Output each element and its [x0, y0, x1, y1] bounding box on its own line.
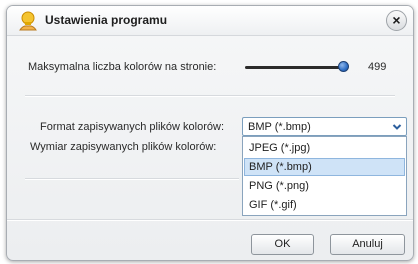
- dropdown-option-gif[interactable]: GIF (*.gif): [244, 196, 405, 214]
- close-button[interactable]: ×: [386, 10, 407, 31]
- file-format-dropdown-list: JPEG (*.jpg) BMP (*.bmp) PNG (*.png) GIF…: [242, 136, 407, 216]
- dropdown-option-jpeg[interactable]: JPEG (*.jpg): [244, 139, 405, 157]
- dropdown-option-bmp[interactable]: BMP (*.bmp): [244, 158, 405, 176]
- cancel-button[interactable]: Anuluj: [330, 234, 405, 255]
- file-format-selected-value: BMP (*.bmp): [248, 121, 311, 133]
- max-colors-label: Maksymalna liczba kolorów na stronie:: [28, 61, 217, 73]
- file-format-label: Format zapisywanych plików kolorów:: [40, 121, 225, 133]
- settings-dialog: Ustawienia programu × Maksymalna liczba …: [6, 5, 414, 261]
- max-colors-value: 499: [368, 61, 387, 73]
- max-colors-slider-track[interactable]: [245, 66, 343, 69]
- close-icon: ×: [392, 12, 401, 28]
- ok-button[interactable]: OK: [251, 234, 314, 255]
- dropdown-option-png[interactable]: PNG (*.png): [244, 177, 405, 195]
- file-format-select[interactable]: BMP (*.bmp): [242, 117, 407, 136]
- chevron-down-icon: [392, 124, 402, 130]
- file-dimensions-label: Wymiar zapisywanych plików kolorów:: [30, 141, 217, 153]
- lightbulb-hand-icon: [19, 11, 37, 31]
- footer-separator: [7, 219, 413, 221]
- separator: [25, 95, 395, 97]
- dialog-title: Ustawienia programu: [45, 13, 168, 27]
- separator: [25, 178, 239, 180]
- max-colors-slider-thumb[interactable]: [337, 61, 349, 72]
- title-bar[interactable]: Ustawienia programu ×: [7, 6, 413, 36]
